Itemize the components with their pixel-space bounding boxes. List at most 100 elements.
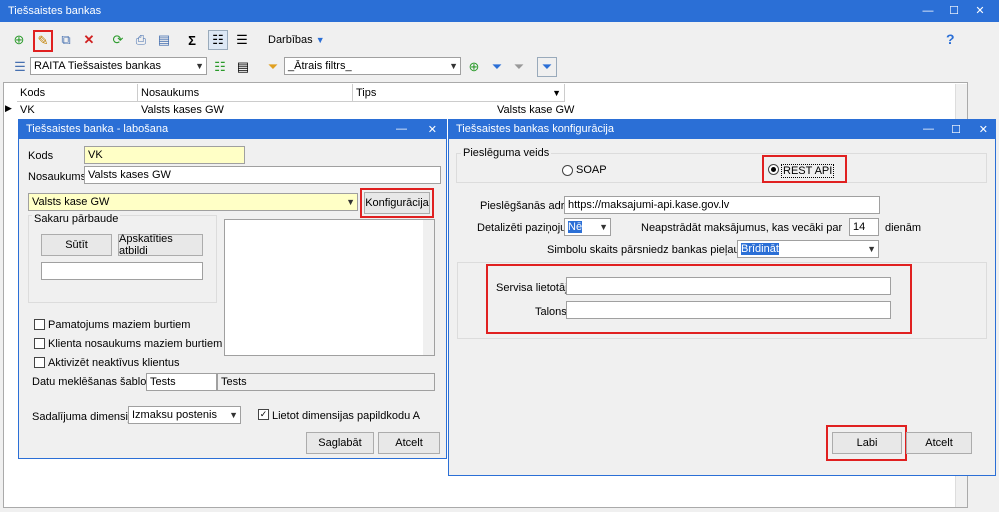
soap-label: SOAP — [576, 164, 607, 176]
cancel-button[interactable]: Atcelt — [378, 432, 440, 454]
highlight-rest — [762, 155, 847, 183]
test-input[interactable] — [41, 262, 203, 280]
add-filter-icon[interactable]: ☷ — [210, 57, 230, 77]
cb-dim-label: Lietot dimensijas papildkodu A — [272, 410, 420, 422]
detail-select[interactable]: Nē ▼ — [564, 218, 611, 236]
filter-select-value: RAITA Tiešsaistes bankas — [34, 60, 161, 72]
view-response-button[interactable]: Apskatīties atbildi — [118, 233, 203, 257]
refresh-icon[interactable]: ⟳ — [108, 30, 128, 50]
chevron-down-icon: ▼ — [195, 61, 204, 71]
sort-icon: ▼ — [552, 88, 561, 98]
login-input[interactable]: https://maksajumi-api.kase.gov.lv — [564, 196, 880, 214]
type-select-value: Valsts kase GW — [32, 196, 110, 208]
main-titlebar: Tiešsaistes bankas — ☐ ✕ — [0, 0, 999, 22]
edit-title: Tiešsaistes banka - labošana — [26, 123, 169, 135]
chevron-down-icon: ▼ — [867, 244, 876, 254]
kods-input[interactable]: VK — [84, 146, 245, 164]
config-title: Tiešsaistes bankas konfigurācija — [456, 123, 614, 135]
help-icon[interactable]: ? — [946, 31, 955, 47]
minimize-icon[interactable]: — — [923, 123, 934, 135]
edit-icon[interactable]: ✎ — [33, 30, 53, 52]
edit-titlebar: Tiešsaistes banka - labošana — ✕ — [18, 119, 447, 139]
chevron-down-icon: ▼ — [449, 61, 458, 71]
col-header-tips-label: Tips — [356, 87, 377, 99]
chevron-down-icon: ▼ — [599, 222, 608, 232]
apply-filter-icon[interactable]: ⏷ — [487, 57, 507, 77]
old-label: Neapstrādāt maksājumus, kas vecāki par — [641, 222, 843, 234]
highlight-config — [360, 188, 434, 218]
nosaukums-label: Nosaukums — [28, 171, 87, 183]
sakaru-title: Sakaru pārbaude — [32, 213, 121, 225]
add-quick-filter-icon[interactable]: ⊕ — [464, 57, 484, 77]
type-select[interactable]: Valsts kase GW ▼ — [28, 193, 358, 211]
cb-pamatojums-label: Pamatojums maziem burtiem — [48, 319, 191, 331]
old-unit: dienām — [885, 222, 922, 234]
maximize-icon[interactable]: ☐ — [941, 0, 967, 22]
symbol-select[interactable]: Brīdināt ▼ — [737, 240, 879, 258]
close-icon[interactable]: ✕ — [979, 123, 988, 136]
minimize-icon[interactable]: — — [915, 0, 941, 22]
pattern-label: Datu meklēšanas šablons: — [32, 376, 162, 388]
chevron-down-icon: ▼ — [346, 197, 355, 207]
sakaru-group — [28, 215, 217, 303]
main-title: Tiešsaistes bankas — [8, 5, 102, 17]
list-view-icon[interactable]: ☷ — [208, 30, 228, 50]
dim-label: Sadalījuma dimensija: — [32, 411, 140, 423]
cb-klienta[interactable] — [34, 338, 45, 349]
cb-aktivizet[interactable] — [34, 357, 45, 368]
add-icon[interactable]: ⊕ — [9, 30, 29, 50]
print-icon[interactable]: ⎙ — [131, 30, 151, 50]
send-button[interactable]: Sūtīt — [41, 234, 112, 256]
nosaukums-input[interactable]: Valsts kases GW — [84, 166, 441, 184]
row-tips[interactable]: Valsts kase GW — [497, 104, 574, 116]
textarea-scrollbar[interactable] — [423, 220, 434, 355]
col-header-nosaukums[interactable]: Nosaukums — [138, 84, 353, 102]
dim-select[interactable]: Izmaksu postenis ▼ — [128, 406, 241, 424]
conn-title: Pieslēguma veids — [461, 147, 552, 159]
config-cancel-button[interactable]: Atcelt — [906, 432, 972, 454]
close-icon[interactable]: ✕ — [428, 123, 437, 136]
quick-filter-value: _Ātrais filtrs_ — [288, 60, 352, 72]
detail-label: Detalizēti paziņojumi — [477, 222, 578, 234]
filter-settings-icon[interactable]: ⏷ — [537, 57, 557, 77]
cb-klienta-label: Klienta nosaukums maziem burtiem — [48, 338, 223, 350]
row-pointer-icon: ▶ — [5, 103, 12, 113]
clear-filter-icon[interactable]: ⏷ — [509, 57, 529, 77]
pattern-preview: Tests — [217, 373, 435, 391]
pattern-input[interactable]: Tests — [146, 373, 217, 391]
row-nosaukums[interactable]: Valsts kases GW — [141, 104, 224, 116]
maximize-icon[interactable]: ☐ — [951, 123, 961, 136]
highlight-ok — [826, 425, 907, 461]
col-header-kods[interactable]: Kods — [17, 84, 138, 102]
cb-dim-papildkods[interactable]: ✓ — [258, 409, 269, 420]
chevron-down-icon: ▼ — [315, 35, 325, 45]
copy-icon[interactable]: ⧉ — [56, 30, 76, 50]
cb-pamatojums[interactable] — [34, 319, 45, 330]
quick-filter-select[interactable]: _Ātrais filtrs_ ▼ — [284, 57, 461, 75]
save-button[interactable]: Saglabāt — [306, 432, 374, 454]
config-titlebar: Tiešsaistes bankas konfigurācija — ☐ ✕ — [448, 119, 996, 139]
soap-radio[interactable] — [562, 165, 573, 176]
actions-menu[interactable]: Darbības ▼ — [268, 34, 325, 46]
columns-icon[interactable]: ☰ — [10, 57, 30, 77]
row-kods[interactable]: VK — [20, 104, 35, 116]
highlight-auth — [486, 264, 912, 334]
sum-icon[interactable]: Σ — [182, 30, 202, 50]
close-icon[interactable]: ✕ — [967, 0, 993, 22]
col-header-tips[interactable]: Tips ▼ — [353, 84, 565, 102]
cb-aktivizet-label: Aktivizēt neaktīvus klientus — [48, 357, 180, 369]
tree-view-icon[interactable]: ☰ — [232, 30, 252, 50]
export-icon[interactable]: ▤ — [154, 30, 174, 50]
filter-list-icon[interactable]: ▤ — [233, 57, 253, 77]
actions-label: Darbības — [268, 34, 313, 46]
chevron-down-icon: ▼ — [229, 410, 238, 420]
symbol-label: Simbolu skaits pārsniedz bankas pieļauja… — [547, 244, 764, 256]
detail-select-value: Nē — [568, 221, 583, 233]
filter-icon[interactable]: ⏷ — [263, 57, 283, 77]
symbol-select-value: Brīdināt — [741, 243, 779, 255]
response-textarea[interactable] — [224, 219, 435, 356]
old-input[interactable]: 14 — [849, 218, 879, 236]
minimize-icon[interactable]: — — [396, 123, 407, 135]
delete-icon[interactable]: ✕ — [79, 30, 99, 50]
filter-select[interactable]: RAITA Tiešsaistes bankas ▼ — [30, 57, 207, 75]
